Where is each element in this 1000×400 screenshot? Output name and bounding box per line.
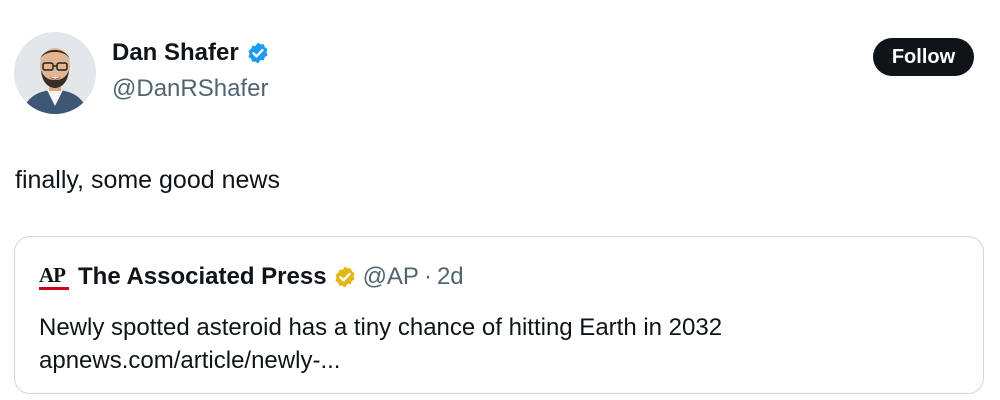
author-display-name[interactable]: Dan Shafer: [112, 38, 239, 68]
quoted-tweet-header: AP The Associated Press @AP · 2d: [39, 261, 464, 293]
author-handle[interactable]: @DanRShafer: [112, 74, 268, 104]
gold-verified-badge-icon[interactable]: [333, 265, 357, 289]
ap-logo: AP: [39, 262, 69, 290]
quoted-tweet-card[interactable]: AP The Associated Press @AP · 2d Newly s…: [14, 236, 984, 394]
author-name-row: Dan Shafer: [112, 38, 270, 68]
person-photo-avatar-icon: [14, 32, 96, 114]
ap-logo-text: AP: [39, 262, 66, 287]
ap-logo-underline: [39, 286, 69, 290]
quoted-tweet-body: Newly spotted asteroid has a tiny chance…: [39, 311, 722, 377]
author-avatar[interactable]: [14, 32, 96, 114]
quoted-tweet-link[interactable]: apnews.com/article/newly-...: [39, 344, 722, 377]
quoted-author-handle[interactable]: @AP: [363, 262, 419, 292]
quoted-tweet-headline: Newly spotted asteroid has a tiny chance…: [39, 314, 723, 341]
separator-dot: ·: [423, 263, 432, 290]
follow-button[interactable]: Follow: [873, 38, 974, 76]
quoted-author-name[interactable]: The Associated Press: [78, 262, 327, 292]
blue-verified-badge-icon[interactable]: [246, 41, 270, 65]
tweet-text: finally, some good news: [15, 166, 280, 194]
quoted-tweet-timestamp[interactable]: 2d: [437, 262, 464, 292]
